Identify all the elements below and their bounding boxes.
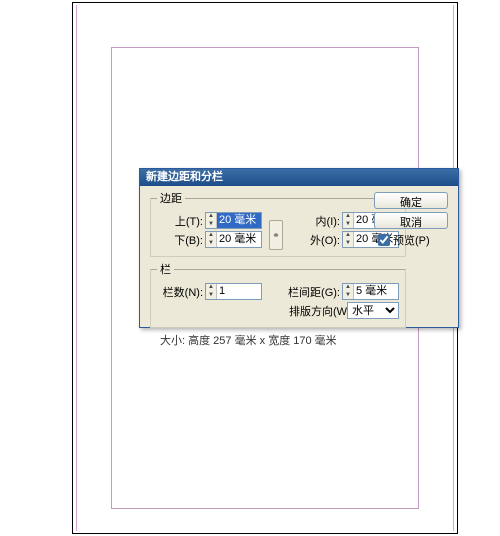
label-margin-bottom: 下(B): (157, 232, 203, 248)
dialog-actions: 确定 取消 预览(P) (374, 192, 452, 248)
columns-legend: 栏 (157, 261, 174, 277)
preview-label: 预览(P) (393, 232, 430, 248)
direction-select[interactable]: 水平 (347, 302, 399, 319)
preview-checkbox[interactable]: 预览(P) (374, 232, 452, 248)
spinner-icon[interactable]: ▲▼ (343, 284, 354, 299)
label-gutter: 栏间距(G): (284, 284, 340, 300)
cancel-button[interactable]: 取消 (374, 212, 448, 229)
spinner-icon[interactable]: ▲▼ (206, 232, 217, 247)
preview-checkbox-input[interactable] (378, 234, 390, 246)
spinner-icon[interactable]: ▲▼ (206, 284, 217, 299)
column-count-input[interactable] (217, 284, 261, 299)
spinner-icon[interactable]: ▲▼ (206, 213, 217, 228)
gutter-field[interactable]: ▲▼ (342, 283, 399, 300)
label-margin-outside: 外(O): (284, 232, 340, 248)
dialog-body: 边距 ⚭ 上(T): ▲▼ 内(I): ▲▼ 下(B): ▲▼ (140, 186, 458, 327)
link-margins-icon[interactable]: ⚭ (269, 220, 283, 250)
margin-bottom-input[interactable] (217, 232, 261, 247)
margin-bottom-field[interactable]: ▲▼ (205, 231, 262, 248)
gutter-input[interactable] (354, 284, 398, 299)
guide-left (76, 5, 77, 531)
margin-top-field[interactable]: ▲▼ (205, 212, 262, 229)
margins-legend: 边距 (157, 190, 185, 206)
spinner-icon[interactable]: ▲▼ (343, 232, 354, 247)
ok-button[interactable]: 确定 (374, 192, 448, 209)
column-count-field[interactable]: ▲▼ (205, 283, 262, 300)
label-direction: 排版方向(W): (289, 303, 345, 319)
columns-group: 栏 栏数(N): ▲▼ 栏间距(G): ▲▼ 排版方向(W): 水平 (150, 261, 406, 328)
label-margin-inside: 内(I): (284, 213, 340, 229)
label-margin-top: 上(T): (157, 213, 203, 229)
size-readout: 大小: 高度 257 毫米 x 宽度 170 毫米 (150, 332, 452, 348)
margins-group: 边距 ⚭ 上(T): ▲▼ 内(I): ▲▼ 下(B): ▲▼ (150, 190, 406, 257)
dialog-title[interactable]: 新建边距和分栏 (140, 169, 458, 186)
spinner-icon[interactable]: ▲▼ (343, 213, 354, 228)
label-column-count: 栏数(N): (157, 284, 203, 300)
margins-columns-dialog: 新建边距和分栏 边距 ⚭ 上(T): ▲▼ 内(I): ▲▼ 下(B): (139, 168, 459, 328)
margin-top-input[interactable] (217, 213, 261, 228)
